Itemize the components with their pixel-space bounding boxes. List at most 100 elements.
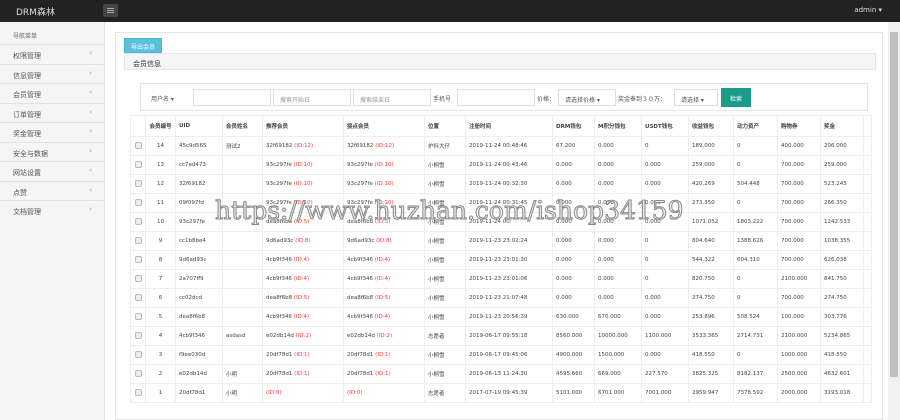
- cell: 1100.000: [641, 326, 689, 346]
- cell: 0: [641, 136, 689, 156]
- cell: 1803.222: [733, 212, 778, 232]
- brand-logo[interactable]: DRM森林: [16, 5, 55, 18]
- cell: 2019-06-17 09:45:06: [465, 345, 553, 365]
- referrer-uid: 93c297fe: [266, 200, 292, 206]
- sidebar-item[interactable]: 奖金管理 ‹: [0, 122, 104, 142]
- row-checkbox[interactable]: [134, 255, 142, 263]
- sidebar-item[interactable]: 信息管理 ‹: [0, 63, 104, 84]
- member-name: [222, 307, 263, 327]
- sidebar-item[interactable]: 点赞 ‹: [0, 180, 104, 201]
- sidebar-item[interactable]: 网站设置 ‹: [0, 161, 104, 181]
- keyword-input[interactable]: [193, 89, 271, 106]
- end-date-input[interactable]: 搜索结束日: [353, 89, 431, 106]
- member-name: [222, 345, 263, 365]
- contact-member: 4cb9f346 (ID:4): [343, 307, 425, 327]
- scrollbar-thumb[interactable]: [890, 32, 898, 377]
- row-checkbox[interactable]: [134, 274, 142, 282]
- row-checkbox[interactable]: [134, 160, 142, 168]
- uid: 09f097fd: [175, 193, 223, 213]
- referrer: 4cb9f346 (ID:4): [262, 250, 344, 270]
- user-menu[interactable]: admin ▾: [854, 6, 882, 14]
- contact-member: 93c297fe (ID:10): [343, 174, 425, 194]
- truncated-cell: [863, 250, 872, 270]
- cell: 4632.601: [820, 364, 864, 384]
- cell: 604.310: [733, 250, 778, 270]
- referrer-uid: 20df78d1: [266, 352, 293, 358]
- cell: 0.000: [641, 345, 689, 365]
- column-header: USDT钱包: [641, 115, 689, 137]
- cell: 0: [733, 155, 778, 175]
- uid: dea8f6b8: [175, 307, 223, 327]
- cell: 小桐雪: [424, 288, 466, 308]
- cell: 274.750: [820, 288, 864, 308]
- cell: 67.200: [552, 136, 595, 156]
- contact-uid: 93c297fe: [347, 162, 373, 168]
- cell: 炉科大仔: [424, 136, 466, 156]
- cell: 7378.592: [733, 383, 778, 403]
- search-button[interactable]: 检索: [721, 88, 751, 107]
- chevron-left-icon: ‹: [89, 127, 92, 135]
- start-date-input[interactable]: 搜索开始日: [273, 89, 351, 106]
- cell: 10000.000: [594, 326, 642, 346]
- menu-toggle-button[interactable]: [103, 4, 118, 17]
- truncated-cell: [863, 155, 872, 175]
- column-header: DRM钱包: [552, 115, 595, 137]
- bonus-select[interactable]: 请选择 ▾: [674, 89, 718, 106]
- contact-id: (ID:5): [374, 219, 391, 225]
- contact-id: (ID:4): [374, 314, 391, 320]
- price-select[interactable]: 请选择价格 ▾: [558, 89, 616, 106]
- cell: 志愿者: [424, 326, 466, 346]
- truncated-cell: [863, 288, 872, 308]
- phone-input[interactable]: [457, 89, 535, 106]
- member-name: 小明: [222, 383, 263, 403]
- cell: 0: [641, 250, 689, 270]
- cell: 小桐雪: [424, 193, 466, 213]
- contact-uid: 20df78d1: [347, 371, 374, 377]
- cell: 2100.000: [777, 269, 821, 289]
- row-checkbox[interactable]: [134, 217, 142, 225]
- sidebar-item[interactable]: 订单管理 ‹: [0, 102, 104, 123]
- contact-member: e02db14d (ID:2): [343, 326, 425, 346]
- row-checkbox[interactable]: [134, 331, 142, 339]
- select-all-header: [130, 115, 146, 137]
- cell: 小桐雪: [424, 155, 466, 175]
- export-members-button[interactable]: 导出会员: [124, 38, 163, 53]
- chevron-left-icon: ‹: [89, 88, 92, 96]
- page-scrollbar[interactable]: [888, 22, 900, 420]
- member-no: 4: [145, 326, 176, 346]
- cell: 273.350: [688, 193, 734, 213]
- row-checkbox[interactable]: [134, 141, 142, 149]
- field-select[interactable]: 用户名 ▾: [145, 89, 197, 106]
- member-no: 1: [145, 383, 176, 403]
- row-checkbox[interactable]: [134, 236, 142, 244]
- sidebar-item[interactable]: 会员管理 ‹: [0, 83, 104, 103]
- row-checkbox[interactable]: [134, 293, 142, 301]
- contact-id: (ID:10): [374, 200, 394, 206]
- row-checkbox[interactable]: [134, 179, 142, 187]
- price-label: 价格：: [537, 96, 556, 103]
- contact-member: 93c297fe (ID:10): [343, 155, 425, 175]
- row-checkbox[interactable]: [134, 350, 142, 358]
- row-checkbox[interactable]: [134, 369, 142, 377]
- cell: 259.000: [688, 155, 734, 175]
- sidebar-item[interactable]: 权限管理 ‹: [0, 44, 104, 64]
- row-checkbox[interactable]: [134, 198, 142, 206]
- cell: 0.000: [594, 288, 642, 308]
- chevron-left-icon: ‹: [89, 166, 92, 174]
- uid: 9d6ad93c: [175, 250, 223, 270]
- cell: 2019-11-24 00:31:45: [465, 193, 553, 213]
- cell: 0.000: [641, 193, 689, 213]
- member-name: [222, 231, 263, 251]
- sidebar-item[interactable]: 安全与数据 ‹: [0, 141, 104, 162]
- chevron-left-icon: ‹: [89, 146, 92, 155]
- sidebar-item[interactable]: 文档管理 ‹: [0, 200, 104, 220]
- referrer-id: (ID:10): [293, 200, 313, 206]
- member-name: 小明: [222, 364, 263, 384]
- column-header: 奖金: [820, 115, 864, 137]
- contact-member: (ID:0): [343, 383, 425, 403]
- uid: 2a707ff9: [175, 269, 223, 289]
- member-panel: 导出会员 会员信息 用户名 ▾ 搜索开始日 搜索结束日 手机号 价格： 请选择价…: [115, 32, 883, 420]
- cell: 3193.018: [820, 383, 864, 403]
- row-checkbox[interactable]: [134, 312, 142, 320]
- row-checkbox[interactable]: [134, 388, 142, 396]
